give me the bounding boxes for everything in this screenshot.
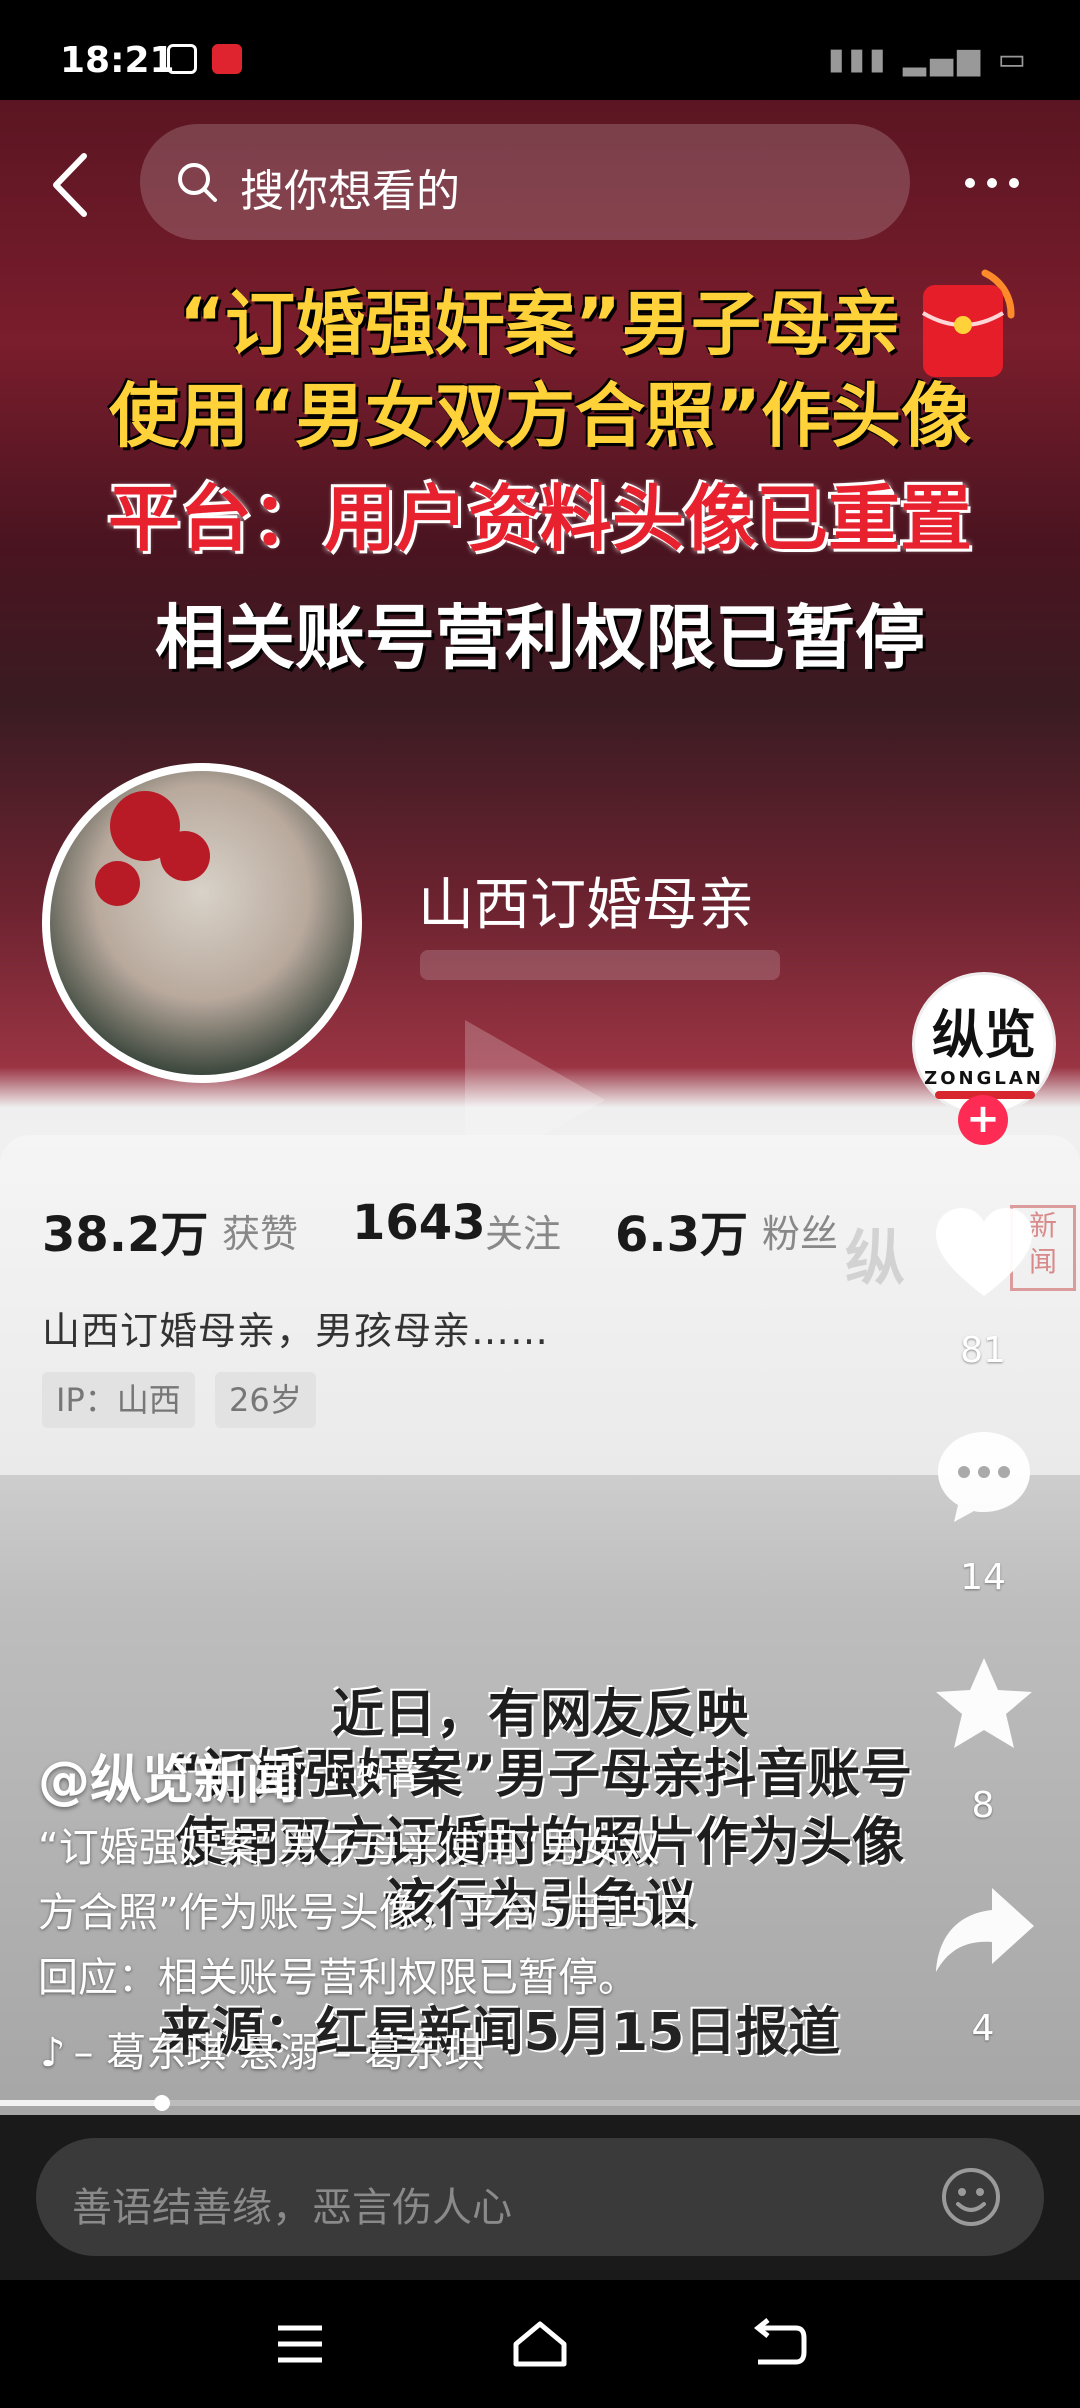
profile-avatar: [42, 763, 362, 1083]
search-icon: [178, 163, 217, 202]
comment-icon[interactable]: [930, 1422, 1038, 1530]
watermark: 纵: [845, 1224, 905, 1294]
creator-avatar-text: 纵览: [931, 1006, 1036, 1066]
progress-handle[interactable]: [154, 2095, 170, 2111]
menu-icon[interactable]: [272, 2318, 328, 2370]
creator-avatar-subtext: ZONGLAN: [924, 1068, 1044, 1089]
caption-line-1[interactable]: “订婚强奸案”男子母亲使用“男女双: [38, 1815, 660, 1873]
back-nav-icon[interactable]: [752, 2318, 808, 2370]
ip-tag: IP：山西: [42, 1372, 195, 1428]
source-badge-label: 抖音: [355, 1756, 420, 1794]
likes-action-count: 81: [960, 1330, 1006, 1371]
red-envelope-icon[interactable]: [915, 265, 1015, 385]
source-badge: ♪ 抖音: [325, 1750, 420, 1796]
following-label: 关注: [485, 1212, 562, 1256]
fans-count: 6.3万: [615, 1207, 749, 1263]
blurred-text: [420, 950, 780, 980]
comments-action-count: 14: [960, 1557, 1006, 1598]
notification-icon: [167, 44, 197, 74]
age-tag: 26岁: [215, 1372, 316, 1428]
headline-line-4: 相关账号营利权限已暂停: [155, 597, 925, 679]
favorites-action-count: 8: [971, 1785, 995, 1826]
fans-label: 粉丝: [762, 1212, 839, 1256]
follow-button[interactable]: +: [958, 1095, 1008, 1145]
progress-fill: [0, 2100, 162, 2106]
clock: 18:21: [60, 40, 175, 81]
headline-line-3: 平台：用户资料头像已重置: [107, 477, 972, 561]
likes-count: 38.2万: [42, 1207, 209, 1263]
tiktok-icon: ♪: [325, 1756, 356, 1794]
caption-line-2[interactable]: 方合照”作为账号头像，平台5月15日: [38, 1880, 695, 1938]
following-count: 1643: [352, 1195, 486, 1251]
search-placeholder[interactable]: 搜你想看的: [240, 155, 460, 219]
signal-battery-icons: ▮▮▮ ▂▄▆ ▭: [827, 42, 1030, 77]
caption-line-3[interactable]: 回应：相关账号营利权限已暂停。: [38, 1945, 638, 2003]
author-name[interactable]: @纵览新闻: [38, 1738, 298, 1813]
comment-placeholder[interactable]: 善语结善缘，恶言伤人心: [72, 2175, 512, 2233]
app-notification-icon: [212, 44, 242, 74]
music-title: – 葛东琪 悬溺 – 葛东琪: [73, 2030, 485, 2076]
status-bar: 18:21 ▮▮▮ ▂▄▆ ▭: [0, 0, 1080, 100]
profile-name: 山西订婚母亲: [418, 873, 754, 938]
music-note-icon: ♪: [40, 2030, 66, 2076]
heart-icon[interactable]: [930, 1200, 1038, 1308]
star-icon[interactable]: [930, 1652, 1038, 1760]
music-info[interactable]: ♪ – 葛东琪 悬溺 – 葛东琪: [40, 2020, 484, 2078]
share-icon[interactable]: [930, 1878, 1038, 1986]
emoji-icon[interactable]: [940, 2166, 1002, 2228]
likes-label: 获赞: [222, 1212, 299, 1256]
profile-bio: 山西订婚母亲，男孩母亲……: [42, 1309, 550, 1353]
more-options-icon[interactable]: [965, 178, 1031, 188]
back-icon[interactable]: [50, 150, 90, 220]
shares-action-count: 4: [971, 2008, 995, 2049]
home-icon[interactable]: [512, 2318, 568, 2370]
